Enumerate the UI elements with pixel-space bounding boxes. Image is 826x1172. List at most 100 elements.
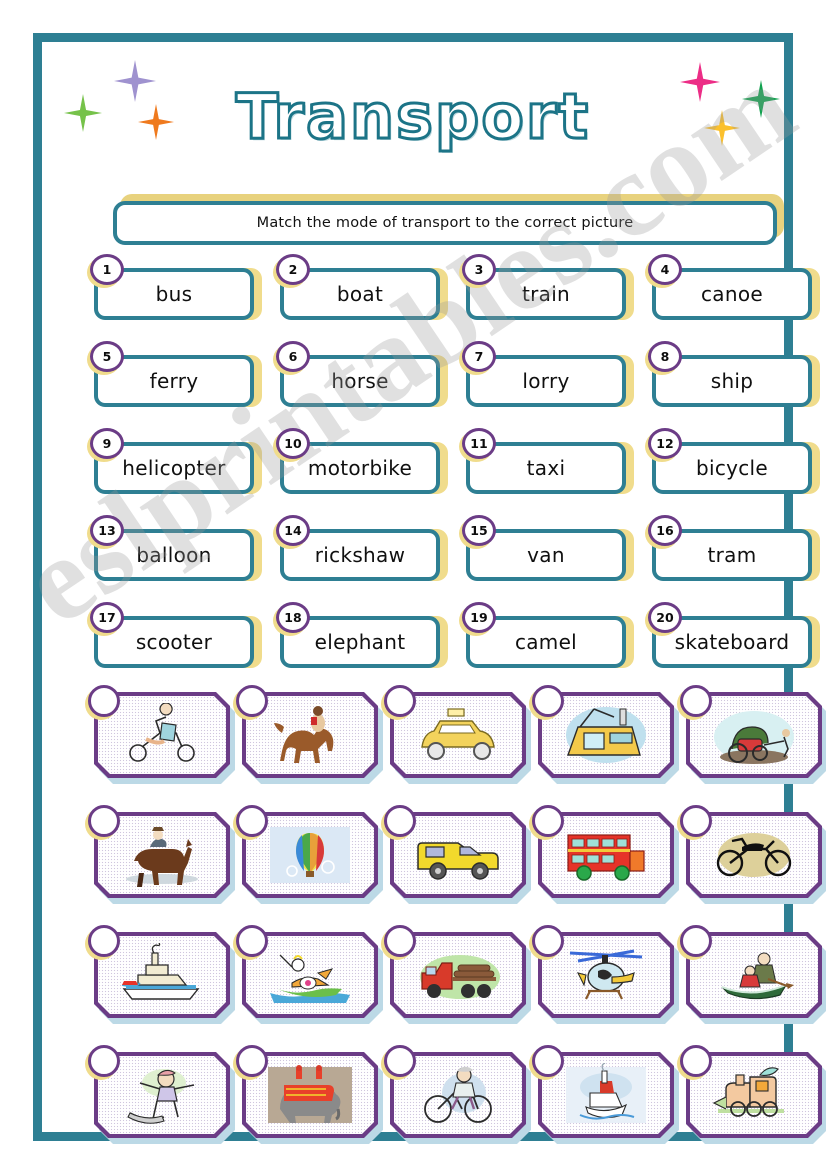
word-item-bus[interactable]: bus 1 <box>90 254 262 320</box>
word-item-balloon[interactable]: balloon 13 <box>90 515 262 581</box>
answer-circle[interactable] <box>236 685 268 717</box>
canoe-icon <box>721 952 794 1000</box>
rickshaw-icon <box>714 711 794 764</box>
word-label: lorry <box>522 369 570 393</box>
word-item-canoe[interactable]: canoe 4 <box>648 254 820 320</box>
answer-circle[interactable] <box>532 805 564 837</box>
answer-circle[interactable] <box>236 805 268 837</box>
word-label: scooter <box>135 630 213 654</box>
word-item-skateboard[interactable]: skateboard 20 <box>648 602 820 668</box>
answer-circle[interactable] <box>532 1045 564 1077</box>
picture-card-ship[interactable] <box>532 1045 686 1148</box>
word-number-badge: 11 <box>462 428 496 459</box>
picture-card-taxi[interactable] <box>384 685 538 788</box>
answer-circle[interactable] <box>680 685 712 717</box>
picture-card-bicycle[interactable] <box>384 1045 538 1148</box>
word-item-tram[interactable]: tram 16 <box>648 515 820 581</box>
picture-card-helicopter[interactable] <box>532 925 686 1028</box>
word-item-train[interactable]: train 3 <box>462 254 634 320</box>
answer-circle[interactable] <box>236 1045 268 1077</box>
word-number-badge: 8 <box>648 341 682 372</box>
word-item-elephant[interactable]: elephant 18 <box>276 602 448 668</box>
picture-card-boat[interactable] <box>236 925 390 1028</box>
camel-icon <box>274 706 334 763</box>
answer-circle[interactable] <box>88 805 120 837</box>
word-number-badge: 10 <box>276 428 310 459</box>
word-label: tram <box>707 543 757 567</box>
picture-card-elephant[interactable] <box>236 1045 390 1148</box>
answer-circle[interactable] <box>384 925 416 957</box>
bus-icon <box>567 834 645 881</box>
bicycle-icon <box>424 1066 492 1123</box>
answer-circle[interactable] <box>680 1045 712 1077</box>
answer-circle[interactable] <box>680 805 712 837</box>
answer-circle[interactable] <box>384 685 416 717</box>
word-item-taxi[interactable]: taxi 11 <box>462 428 634 494</box>
picture-row <box>88 925 826 1052</box>
word-item-boat[interactable]: boat 2 <box>276 254 448 320</box>
picture-card-ferry[interactable] <box>88 925 242 1028</box>
word-item-motorbike[interactable]: motorbike 10 <box>276 428 448 494</box>
answer-circle[interactable] <box>384 1045 416 1077</box>
answer-circle[interactable] <box>236 925 268 957</box>
word-row: helicopter 9 motorbike 10 taxi 11 bicycle 12 <box>90 428 822 521</box>
word-label: camel <box>514 630 578 654</box>
word-item-scooter[interactable]: scooter 17 <box>90 602 262 668</box>
answer-circle[interactable] <box>532 925 564 957</box>
page-title: Transport <box>234 79 591 155</box>
picture-card-van[interactable] <box>384 805 538 908</box>
ferry-icon <box>121 943 200 1000</box>
picture-row <box>88 1045 826 1172</box>
picture-card-horse[interactable] <box>88 805 242 908</box>
picture-card-train[interactable] <box>680 1045 826 1148</box>
answer-circle[interactable] <box>88 1045 120 1077</box>
answer-circle[interactable] <box>532 685 564 717</box>
picture-card-scooter[interactable] <box>88 685 242 788</box>
scooter-icon <box>129 703 195 762</box>
answer-circle[interactable] <box>88 685 120 717</box>
word-item-bicycle[interactable]: bicycle 12 <box>648 428 820 494</box>
picture-card-motorbike[interactable] <box>680 805 826 908</box>
word-item-ferry[interactable]: ferry 5 <box>90 341 262 407</box>
answer-circle[interactable] <box>384 805 416 837</box>
word-item-ship[interactable]: ship 8 <box>648 341 820 407</box>
answer-circle[interactable] <box>88 925 120 957</box>
word-number-badge: 19 <box>462 602 496 633</box>
word-label: balloon <box>136 543 212 567</box>
word-item-van[interactable]: van 15 <box>462 515 634 581</box>
picture-card-lorry[interactable] <box>384 925 538 1028</box>
word-number-badge: 1 <box>90 254 124 285</box>
word-label: bicycle <box>695 456 769 480</box>
picture-card-bus[interactable] <box>532 805 686 908</box>
word-row: scooter 17 elephant 18 camel 19 skateboard 20 <box>90 602 822 695</box>
word-number-badge: 12 <box>648 428 682 459</box>
word-number-badge: 9 <box>90 428 124 459</box>
word-row: balloon 13 rickshaw 14 van 15 tram 16 <box>90 515 822 608</box>
word-label: skateboard <box>674 630 790 654</box>
instruction-text: Match the mode of transport to the corre… <box>256 215 634 231</box>
word-item-rickshaw[interactable]: rickshaw 14 <box>276 515 448 581</box>
picture-card-canoe[interactable] <box>680 925 826 1028</box>
picture-card-rickshaw[interactable] <box>680 685 826 788</box>
word-item-horse[interactable]: horse 6 <box>276 341 448 407</box>
word-number-badge: 16 <box>648 515 682 546</box>
horse-icon <box>126 827 198 887</box>
picture-card-balloon[interactable] <box>236 805 390 908</box>
word-label: motorbike <box>307 456 413 480</box>
motorbike-icon <box>716 833 792 877</box>
word-item-lorry[interactable]: lorry 7 <box>462 341 634 407</box>
word-label: horse <box>331 369 389 393</box>
skateboard-icon <box>127 1069 195 1124</box>
picture-card-camel[interactable] <box>236 685 390 788</box>
answer-circle[interactable] <box>680 925 712 957</box>
word-label: taxi <box>526 456 566 480</box>
picture-card-skateboard[interactable] <box>88 1045 242 1148</box>
word-label: canoe <box>701 282 763 306</box>
word-row: ferry 5 horse 6 lorry 7 ship 8 <box>90 341 822 434</box>
word-item-helicopter[interactable]: helicopter 9 <box>90 428 262 494</box>
worksheet-page: Transport Match the mode of transport to… <box>0 0 826 1169</box>
picture-card-tram[interactable] <box>532 685 686 788</box>
word-item-camel[interactable]: camel 19 <box>462 602 634 668</box>
picture-card-grid <box>88 685 826 1172</box>
word-number-badge: 6 <box>276 341 310 372</box>
